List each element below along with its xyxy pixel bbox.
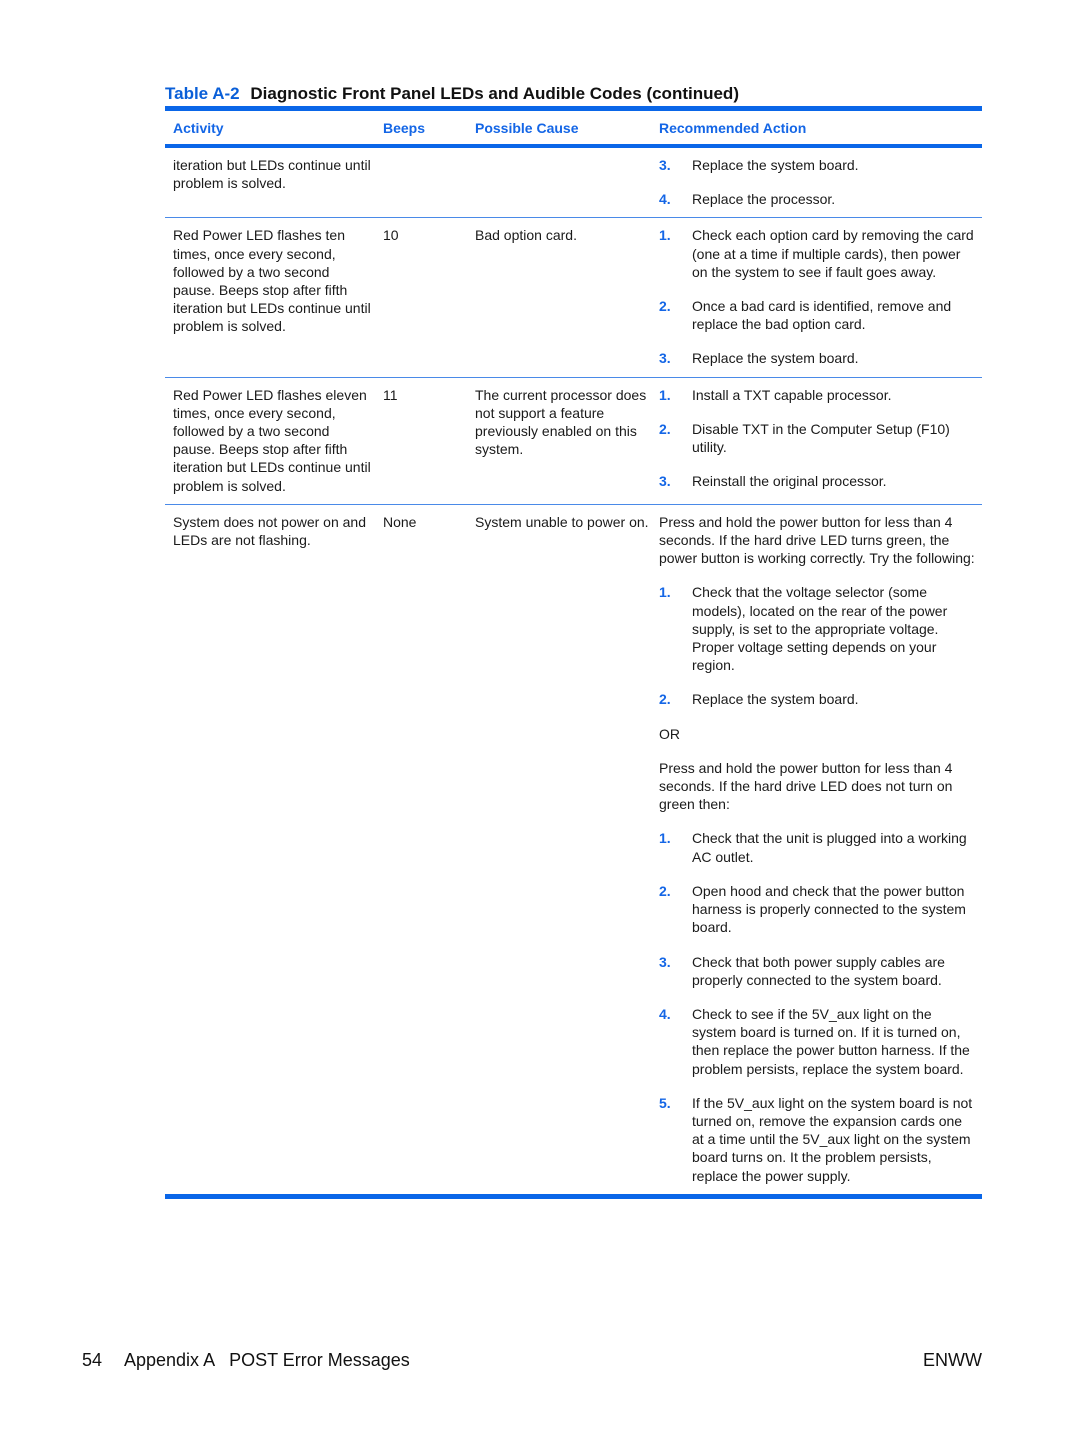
action-step: 3. Reinstall the original processor. xyxy=(659,472,976,490)
step-number: 3. xyxy=(659,350,671,367)
diagnostic-table: Activity Beeps Possible Cause Recommende… xyxy=(165,106,982,1199)
step-text: Check that both power supply cables are … xyxy=(692,953,945,988)
step-text: Check that the voltage selector (some mo… xyxy=(692,584,948,674)
action-step: 1. Check each option card by removing the… xyxy=(659,226,976,281)
cell-beeps: 10 xyxy=(383,227,399,244)
action-step: 4. Check to see if the 5V_aux light on th… xyxy=(659,1005,976,1078)
cell-activity: Red Power LED flashes eleven times, once… xyxy=(173,386,371,494)
step-number: 1. xyxy=(659,386,671,403)
step-text: Disable TXT in the Computer Setup (F10) … xyxy=(692,420,950,456)
cell-cause xyxy=(467,156,651,208)
step-number: 4. xyxy=(659,191,671,208)
action-intro-b: Press and hold the power button for less… xyxy=(659,759,953,813)
step-text: Check to see if the 5V_aux light on the … xyxy=(692,1005,970,1077)
cell-action: 1. Check each option card by removing the… xyxy=(651,226,982,367)
table-bottom-rule xyxy=(165,1193,982,1199)
page-footer: 54 Appendix A POST Error Messages ENWW xyxy=(82,1350,982,1371)
table-row: Red Power LED flashes ten times, once ev… xyxy=(165,218,982,378)
step-text: Reinstall the original processor. xyxy=(692,473,887,490)
table-title: Diagnostic Front Panel LEDs and Audible … xyxy=(250,84,739,103)
step-text: Open hood and check that the power butto… xyxy=(692,882,966,936)
action-intro: Press and hold the power button for less… xyxy=(659,513,975,567)
step-number: 3. xyxy=(659,157,671,173)
action-step: 3. Replace the system board. xyxy=(659,156,976,174)
cell-cause: The current processor does not support a… xyxy=(475,386,647,458)
step-text: Replace the system board. xyxy=(692,157,859,173)
action-step: 3. Check that both power supply cables ar… xyxy=(659,953,976,989)
step-number: 2. xyxy=(659,420,671,437)
table-row: Red Power LED flashes eleven times, once… xyxy=(165,378,982,505)
step-text: Check each option card by removing the c… xyxy=(692,227,974,280)
step-number: 2. xyxy=(659,882,671,899)
action-step: 1. Install a TXT capable processor. xyxy=(659,386,976,404)
step-text: Once a bad card is identified, remove an… xyxy=(692,298,952,333)
step-text: Replace the processor. xyxy=(692,191,836,208)
step-number: 1. xyxy=(659,830,671,847)
header-possible-cause: Possible Cause xyxy=(475,119,579,136)
step-number: 4. xyxy=(659,1005,671,1022)
action-step: 4. Replace the processor. xyxy=(659,190,976,208)
action-step: 5. If the 5V_aux light on the system boar… xyxy=(659,1094,976,1185)
step-text: Replace the system board. xyxy=(692,691,859,708)
step-text: Install a TXT capable processor. xyxy=(692,386,892,403)
table-row: System does not power on and LEDs are no… xyxy=(165,505,982,1194)
action-step: 2. Open hood and check that the power but… xyxy=(659,882,976,937)
cell-beeps xyxy=(375,156,467,208)
table-caption: Table A-2 Diagnostic Front Panel LEDs an… xyxy=(165,84,739,104)
action-or: OR xyxy=(659,725,680,742)
table-header: Activity Beeps Possible Cause Recommende… xyxy=(165,111,982,144)
step-number: 1. xyxy=(659,227,671,244)
header-activity: Activity xyxy=(173,119,224,136)
cell-action: 3. Replace the system board. 4. Replace th… xyxy=(651,156,982,208)
action-step: 1. Check that the voltage selector (some … xyxy=(659,583,976,674)
cell-action: Press and hold the power button for less… xyxy=(651,513,982,1185)
cell-cause: Bad option card. xyxy=(475,227,577,244)
cell-beeps: 11 xyxy=(383,386,398,403)
cell-beeps: None xyxy=(383,513,417,530)
step-number: 3. xyxy=(659,473,671,490)
page-number: 54 xyxy=(82,1350,103,1370)
action-step: 2. Once a bad card is identified, remove … xyxy=(659,297,976,333)
action-step: 1. Check that the unit is plugged into a … xyxy=(659,829,976,865)
cell-action: 1. Install a TXT capable processor. 2. Dis… xyxy=(651,386,982,495)
step-number: 5. xyxy=(659,1094,671,1111)
table-number: Table A-2 xyxy=(165,84,240,103)
header-recommended-action: Recommended Action xyxy=(659,119,807,136)
step-number: 2. xyxy=(659,298,671,315)
step-text: Check that the unit is plugged into a wo… xyxy=(692,830,967,865)
cell-activity: Red Power LED flashes ten times, once ev… xyxy=(173,227,371,335)
step-text: If the 5V_aux light on the system board … xyxy=(692,1094,973,1184)
step-number: 1. xyxy=(659,584,671,601)
cell-activity: System does not power on and LEDs are no… xyxy=(173,513,367,549)
step-number: 2. xyxy=(659,691,671,708)
cell-activity: iteration but LEDs continue until proble… xyxy=(173,157,371,192)
footer-section: Appendix A POST Error Messages xyxy=(124,1350,410,1370)
step-text: Replace the system board. xyxy=(692,350,859,367)
action-step: 2. Disable TXT in the Computer Setup (F10… xyxy=(659,420,976,456)
footer-locale: ENWW xyxy=(923,1350,982,1370)
header-beeps: Beeps xyxy=(383,119,426,136)
table-row: iteration but LEDs continue until proble… xyxy=(165,148,982,219)
action-step: 3. Replace the system board. xyxy=(659,349,976,367)
action-step: 2. Replace the system board. xyxy=(659,690,976,708)
step-number: 3. xyxy=(659,953,671,970)
cell-cause: System unable to power on. xyxy=(475,513,649,530)
